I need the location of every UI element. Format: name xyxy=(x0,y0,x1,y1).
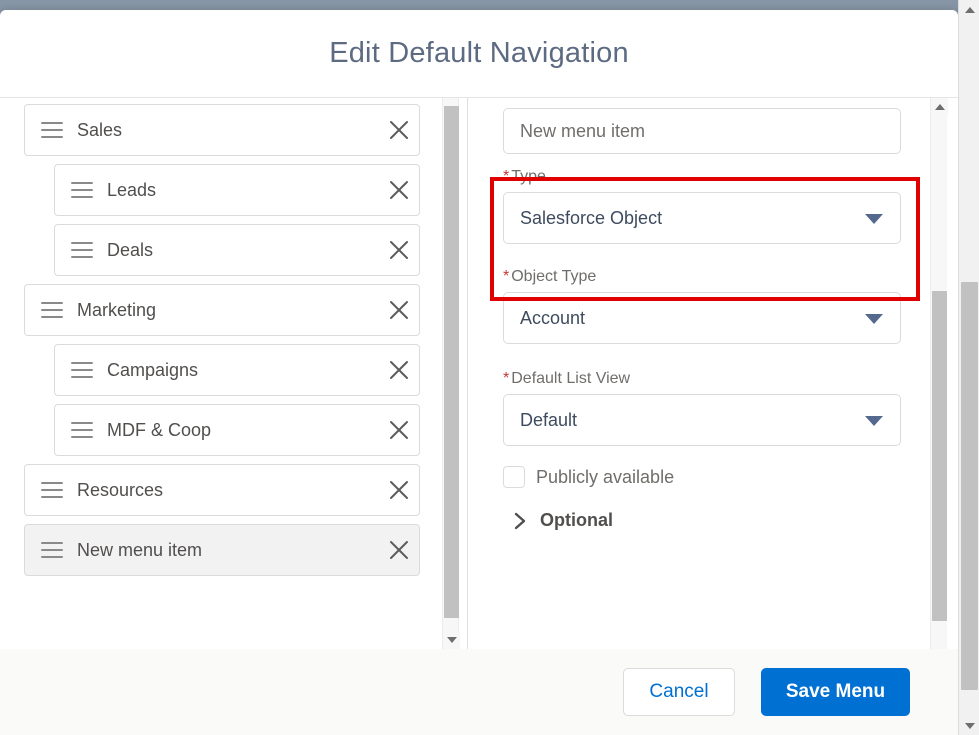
object-type-field-block: * Object Type Account xyxy=(503,268,926,344)
nav-list-item[interactable]: New menu item xyxy=(24,524,420,576)
optional-section-label: Optional xyxy=(540,510,613,530)
required-marker: * xyxy=(503,268,510,285)
drag-handle-icon[interactable] xyxy=(71,362,93,378)
name-field-block xyxy=(503,108,926,154)
triangle-down-icon xyxy=(446,637,457,643)
navigation-list-scrollbar-thumb[interactable] xyxy=(444,106,459,618)
page-scrollbar-down-arrow[interactable] xyxy=(959,716,979,735)
menu-item-form: *Type Salesforce Object *Object Type xyxy=(468,98,926,531)
drag-handle-icon[interactable] xyxy=(41,302,63,318)
type-label-text: Type xyxy=(511,168,546,185)
drag-handle-icon[interactable] xyxy=(41,482,63,498)
default-list-view-select[interactable]: Default xyxy=(503,394,901,446)
navigation-item-list: Sales Leads Deals Marketing Campaigns MDF & C… xyxy=(0,98,436,584)
close-icon[interactable] xyxy=(379,464,419,516)
default-list-view-field-block: * Default List View Default xyxy=(503,370,926,446)
default-list-view-label-text: Default List View xyxy=(511,370,631,387)
close-icon[interactable] xyxy=(379,524,419,576)
type-select-value: Salesforce Object xyxy=(520,207,663,228)
object-type-select-wrap: Account xyxy=(503,292,901,344)
drag-handle-icon[interactable] xyxy=(71,182,93,198)
triangle-down-icon xyxy=(964,722,975,729)
drag-handle-icon[interactable] xyxy=(71,422,93,438)
close-icon[interactable] xyxy=(379,104,419,156)
nav-list-item[interactable]: Campaigns xyxy=(54,344,420,396)
modal-body: Sales Leads Deals Marketing Campaigns MDF & C… xyxy=(0,97,958,649)
navigation-list-scrollbar[interactable] xyxy=(442,98,460,649)
nav-list-item-label: Leads xyxy=(107,179,157,200)
type-select-wrap: Salesforce Object xyxy=(503,192,901,244)
type-select[interactable]: Salesforce Object xyxy=(503,192,901,244)
object-type-label-text: Object Type xyxy=(511,268,597,285)
details-panel-scroll-up-arrow[interactable] xyxy=(931,98,948,116)
triangle-up-icon xyxy=(934,104,945,110)
close-icon[interactable] xyxy=(379,344,419,396)
menu-item-details-panel: *Type Salesforce Object *Object Type xyxy=(468,98,958,649)
edit-navigation-modal: Edit Default Navigation Sales Leads Deals M… xyxy=(0,10,958,735)
object-type-select-value: Account xyxy=(520,307,586,328)
object-type-field-label: * Object Type xyxy=(503,268,926,286)
details-panel-scrollbar[interactable] xyxy=(930,98,948,649)
nav-list-item[interactable]: Leads xyxy=(54,164,420,216)
nav-list-item[interactable]: Resources xyxy=(24,464,420,516)
nav-list-item-label: Sales xyxy=(77,119,123,140)
cancel-button[interactable]: Cancel xyxy=(623,668,735,716)
navigation-list-scroll-down-arrow[interactable] xyxy=(443,631,460,649)
close-icon[interactable] xyxy=(379,284,419,336)
close-icon[interactable] xyxy=(379,164,419,216)
nav-list-item-label: Campaigns xyxy=(107,359,199,380)
nav-list-item-label: Marketing xyxy=(77,299,157,320)
triangle-up-icon xyxy=(964,6,975,13)
nav-list-item[interactable]: Deals xyxy=(54,224,420,276)
details-panel-scrollbar-thumb[interactable] xyxy=(932,291,947,621)
nav-list-item-label: MDF & Coop xyxy=(107,419,212,440)
chevron-right-icon xyxy=(514,512,526,529)
modal-header: Edit Default Navigation xyxy=(0,10,958,97)
nav-list-item-label: New menu item xyxy=(77,539,203,560)
navigation-items-panel: Sales Leads Deals Marketing Campaigns MDF & C… xyxy=(0,98,468,649)
object-type-select[interactable]: Account xyxy=(503,292,901,344)
menu-item-name-input[interactable] xyxy=(503,108,901,154)
close-icon[interactable] xyxy=(379,224,419,276)
default-list-view-field-label: * Default List View xyxy=(503,370,926,388)
publicly-available-checkbox[interactable] xyxy=(503,466,525,488)
default-list-view-select-value: Default xyxy=(520,409,578,430)
optional-section-toggle[interactable]: Optional xyxy=(513,510,926,531)
nav-list-item-label: Deals xyxy=(107,239,154,260)
page-scrollbar-up-arrow[interactable] xyxy=(959,0,979,19)
type-field-label: * Type xyxy=(503,168,926,186)
page-scrollbar[interactable] xyxy=(958,0,979,735)
modal-footer: Cancel Save Menu xyxy=(0,649,958,735)
nav-list-item[interactable]: MDF & Coop xyxy=(54,404,420,456)
type-field-block: * Type Salesforce Object xyxy=(503,168,926,244)
nav-list-item[interactable]: Marketing xyxy=(24,284,420,336)
page-scrollbar-thumb[interactable] xyxy=(961,282,978,690)
drag-handle-icon[interactable] xyxy=(71,242,93,258)
drag-handle-icon[interactable] xyxy=(41,122,63,138)
page-title: Edit Default Navigation xyxy=(329,37,629,69)
publicly-available-row[interactable]: Publicly available xyxy=(503,466,926,488)
nav-list-item[interactable]: Sales xyxy=(24,104,420,156)
nav-list-item-label: Resources xyxy=(77,479,164,500)
save-menu-button[interactable]: Save Menu xyxy=(761,668,910,716)
publicly-available-label: Publicly available xyxy=(536,466,675,487)
required-marker: * xyxy=(503,168,510,185)
default-list-view-select-wrap: Default xyxy=(503,394,901,446)
required-marker: * xyxy=(503,370,510,387)
close-icon[interactable] xyxy=(379,404,419,456)
drag-handle-icon[interactable] xyxy=(41,542,63,558)
